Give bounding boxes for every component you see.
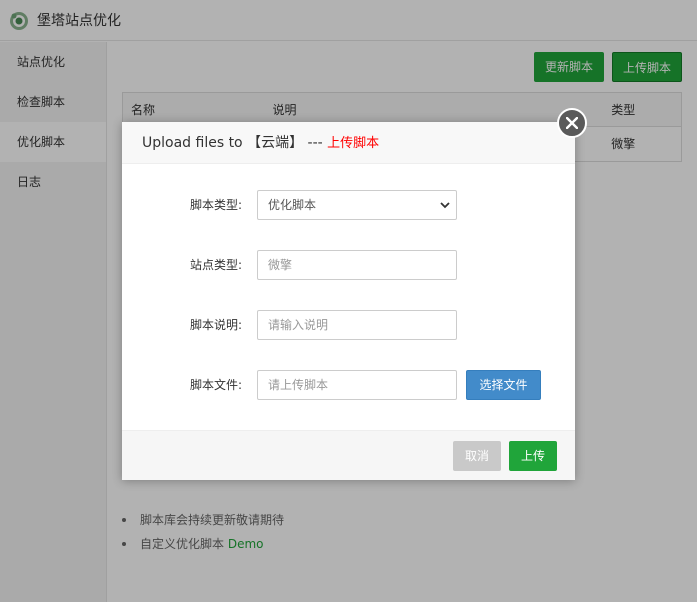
script-type-value: 优化脚本 — [268, 198, 317, 212]
site-type-input[interactable]: 微擎 — [257, 250, 457, 280]
desc-label: 脚本说明: — [189, 318, 242, 332]
dialog-title-highlight: 上传脚本 — [327, 136, 380, 151]
close-dialog-button[interactable] — [557, 108, 587, 138]
dialog-title: Upload files to 【云端】 --- 上传脚本 — [122, 122, 575, 164]
choose-file-button[interactable]: 选择文件 — [466, 370, 541, 400]
upload-dialog: Upload files to 【云端】 --- 上传脚本 脚本类型: 优化脚本… — [122, 108, 587, 480]
close-icon — [566, 117, 578, 129]
file-path-input[interactable]: 请上传脚本 — [257, 370, 457, 400]
desc-input[interactable]: 请输入说明 — [257, 310, 457, 340]
dialog-footer: 取消 上传 — [122, 430, 575, 480]
script-type-label: 脚本类型: — [189, 198, 242, 212]
form-row-script-type: 脚本类型: 优化脚本 — [122, 190, 575, 220]
dialog-title-text: Upload files to 【云端】 --- — [142, 135, 328, 151]
chevron-down-icon — [440, 202, 450, 209]
site-type-label: 站点类型: — [189, 258, 242, 272]
form-row-file: 脚本文件: 请上传脚本 选择文件 — [122, 370, 575, 400]
file-label: 脚本文件: — [189, 378, 242, 392]
submit-upload-button[interactable]: 上传 — [509, 441, 557, 471]
cancel-button[interactable]: 取消 — [453, 441, 501, 471]
form-row-desc: 脚本说明: 请输入说明 — [122, 310, 575, 340]
script-type-select[interactable]: 优化脚本 — [257, 190, 457, 220]
form-row-site-type: 站点类型: 微擎 — [122, 250, 575, 280]
